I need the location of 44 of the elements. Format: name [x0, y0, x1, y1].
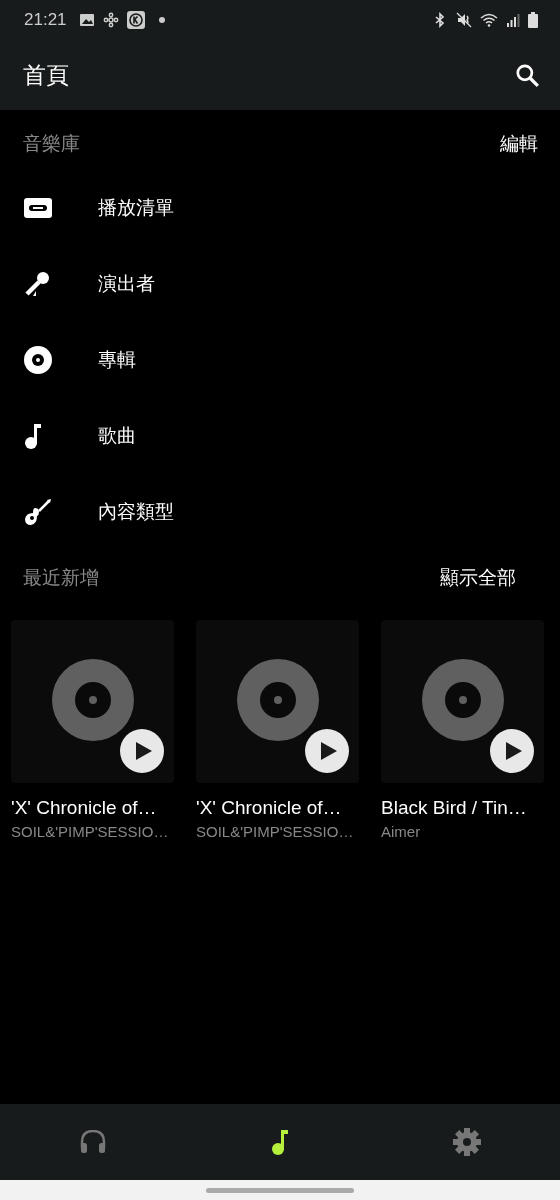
album-title: 'X' Chronicle of… [196, 797, 343, 819]
play-button[interactable] [490, 729, 534, 773]
disc-icon [236, 658, 319, 741]
library-item[interactable]: 演出者 [98, 271, 155, 297]
library-item[interactable]: 內容類型 [98, 499, 174, 525]
section-title: 最近新增 [23, 565, 99, 590]
image-icon [78, 12, 95, 28]
wifi-icon [480, 12, 498, 28]
album-title: Black Bird / Tin… [381, 797, 528, 819]
cassette-icon [24, 198, 52, 218]
library-item[interactable]: 播放清單 [98, 195, 174, 221]
music-note-icon [24, 423, 42, 449]
guitar-icon [24, 498, 52, 526]
album-artist: Aimer [381, 823, 422, 840]
album-artist: SOIL&'PIMP'SESSIO… [11, 823, 170, 840]
disc-icon [421, 658, 504, 741]
notification-dot-icon [158, 17, 165, 23]
album-art[interactable] [381, 620, 544, 783]
mute-icon [456, 12, 472, 28]
gesture-handle[interactable] [206, 1187, 354, 1193]
signal-icon [506, 12, 520, 28]
section-title: 音樂庫 [23, 131, 80, 156]
album-title: 'X' Chronicle of… [11, 797, 158, 819]
settings-icon[interactable] [452, 1128, 481, 1156]
music-note-icon[interactable] [271, 1129, 289, 1155]
show-all-link[interactable]: 顯示全部 [440, 565, 516, 591]
status-time: 21:21 [24, 10, 67, 30]
library-item[interactable]: 專輯 [98, 347, 136, 373]
album-art[interactable] [11, 620, 174, 783]
app-icon [126, 11, 145, 29]
disc-icon [24, 346, 52, 374]
headphones-icon[interactable] [80, 1130, 107, 1154]
album-artist: SOIL&'PIMP'SESSIO… [196, 823, 355, 840]
album-art[interactable] [196, 620, 359, 783]
disc-icon [51, 658, 134, 741]
play-button[interactable] [305, 729, 349, 773]
microphone-icon [24, 271, 50, 297]
library-item[interactable]: 歌曲 [98, 423, 136, 449]
search-icon[interactable] [514, 62, 540, 88]
edit-link[interactable]: 編輯 [500, 131, 538, 157]
flower-icon [102, 12, 119, 28]
battery-icon [528, 12, 538, 28]
page-title: 首頁 [23, 60, 69, 90]
play-button[interactable] [120, 729, 164, 773]
